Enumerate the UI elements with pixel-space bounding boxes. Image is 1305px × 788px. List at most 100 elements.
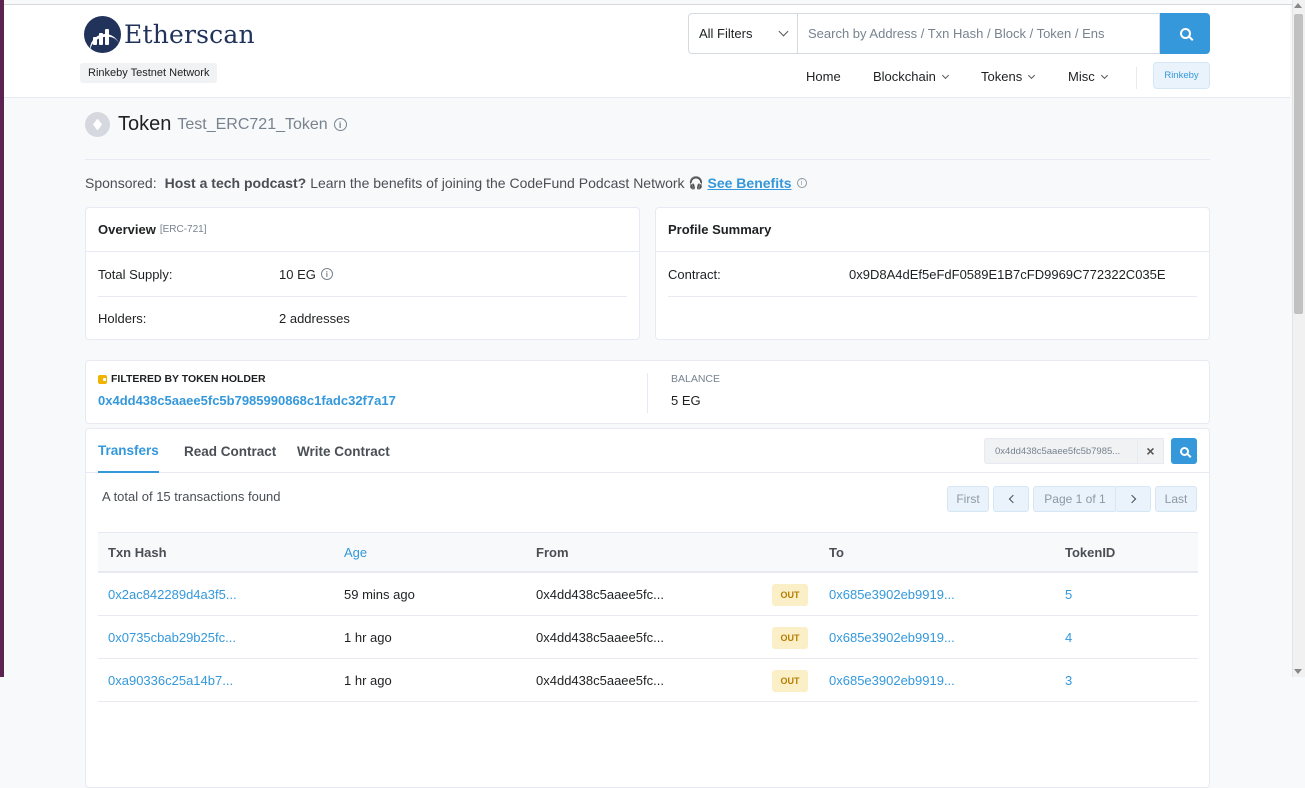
page-title: Token Test_ERC721_Token i bbox=[85, 112, 347, 137]
profile-summary-title: Profile Summary bbox=[668, 222, 772, 237]
previous-page-button[interactable] bbox=[993, 486, 1029, 512]
txn-age: 1 hr ago bbox=[344, 673, 392, 688]
logo-icon bbox=[84, 16, 121, 53]
token-name: Test_ERC721_Token bbox=[177, 115, 328, 133]
nav-misc-label: Misc bbox=[1068, 69, 1095, 84]
to-address-link[interactable]: 0x685e3902eb9919... bbox=[829, 616, 955, 659]
tab-write-contract[interactable]: Write Contract bbox=[297, 429, 390, 473]
holder-address-link[interactable]: 0x4dd438c5aaee5fc5b7985990868c1fadc32f7a… bbox=[98, 393, 396, 408]
info-icon[interactable]: i bbox=[320, 268, 333, 280]
chevron-down-icon bbox=[778, 26, 789, 37]
nav-blockchain-label: Blockchain bbox=[873, 69, 936, 84]
ethereum-icon bbox=[85, 112, 110, 137]
txn-age: 59 mins ago bbox=[344, 587, 415, 602]
scroll-down-icon[interactable] bbox=[1294, 669, 1302, 674]
balance-value: 5 EG bbox=[671, 393, 701, 408]
total-supply-value: 10 EG bbox=[279, 266, 316, 282]
scroll-up-icon[interactable] bbox=[1294, 3, 1302, 8]
overview-header: Overview [ERC-721] bbox=[86, 208, 639, 252]
token-holder-filter-card: FILTERED BY TOKEN HOLDER 0x4dd438c5aaee5… bbox=[85, 360, 1210, 424]
sponsored-headline: Host a tech podcast? bbox=[164, 175, 307, 191]
profile-summary-header: Profile Summary bbox=[656, 208, 1209, 252]
vertical-scrollbar[interactable] bbox=[1292, 0, 1305, 677]
filter-title-text: FILTERED BY TOKEN HOLDER bbox=[111, 373, 266, 385]
site-header: Etherscan Rinkeby Testnet Network All Fi… bbox=[4, 5, 1290, 98]
filter-select-label: All Filters bbox=[699, 26, 753, 41]
holders-row: Holders: 2 addresses bbox=[98, 296, 627, 340]
chevron-down-icon bbox=[1028, 71, 1036, 79]
network-switch-button[interactable]: Rinkeby bbox=[1153, 62, 1210, 89]
total-supply-row: Total Supply: 10 EG i bbox=[98, 252, 627, 296]
col-age[interactable]: Age bbox=[344, 533, 367, 572]
next-page-button[interactable] bbox=[1115, 486, 1151, 512]
see-benefits-link[interactable]: See Benefits bbox=[708, 175, 792, 191]
nav-misc[interactable]: Misc bbox=[1068, 69, 1108, 84]
to-address-link[interactable]: 0x685e3902eb9919... bbox=[829, 659, 955, 702]
profile-summary-card: Profile Summary Contract: 0x9D8A4dEf5eFd… bbox=[655, 207, 1210, 340]
info-icon[interactable]: i bbox=[333, 118, 347, 131]
contract-row: Contract: 0x9D8A4dEf5eFdF0589E1B7cFD9969… bbox=[668, 252, 1197, 296]
txn-age: 1 hr ago bbox=[344, 630, 392, 645]
chevron-down-icon bbox=[941, 71, 949, 79]
nav-home-label: Home bbox=[806, 69, 841, 84]
nav-tokens[interactable]: Tokens bbox=[981, 69, 1036, 84]
main-nav: Home Blockchain Tokens Misc Rinkeby bbox=[4, 62, 1290, 89]
first-page-button[interactable]: First bbox=[947, 486, 989, 512]
token-id-link[interactable]: 5 bbox=[1065, 573, 1072, 616]
token-label: Token bbox=[118, 113, 172, 135]
table-row: 0xa90336c25a14b7... 1 hr ago 0x4dd438c5a… bbox=[98, 659, 1198, 702]
page-indicator: Page 1 of 1 bbox=[1033, 486, 1117, 512]
balance-label: BALANCE bbox=[671, 373, 721, 385]
search-icon bbox=[1179, 28, 1191, 39]
transfer-filter-search: 0x4dd438c5aaee5fc5b7985... × bbox=[984, 438, 1164, 464]
search-box: All Filters bbox=[688, 13, 1210, 54]
token-id-link[interactable]: 3 bbox=[1065, 659, 1072, 702]
txn-hash-link[interactable]: 0x0735cbab29b25fc... bbox=[108, 616, 236, 659]
col-token-id: TokenID bbox=[1065, 545, 1116, 560]
filter-select[interactable]: All Filters bbox=[688, 13, 797, 54]
sponsored-prefix: Sponsored: bbox=[85, 175, 157, 191]
holders-value: 2 addresses bbox=[279, 310, 350, 326]
wallet-icon bbox=[98, 374, 107, 384]
transfers-card: Transfers Read Contract Write Contract 0… bbox=[85, 428, 1210, 788]
search-input[interactable] bbox=[797, 13, 1160, 54]
scroll-thumb[interactable] bbox=[1294, 14, 1303, 314]
last-page-button[interactable]: Last bbox=[1155, 486, 1197, 512]
token-id-link[interactable]: 4 bbox=[1065, 616, 1072, 659]
search-icon bbox=[1179, 446, 1189, 456]
transfer-search-button[interactable] bbox=[1171, 438, 1197, 464]
headphones-icon: 🎧 bbox=[688, 176, 704, 190]
divider bbox=[85, 159, 1210, 160]
transfer-filter-input[interactable]: 0x4dd438c5aaee5fc5b7985... bbox=[984, 438, 1138, 464]
direction-badge: OUT bbox=[772, 584, 808, 606]
chevron-down-icon bbox=[1100, 71, 1108, 79]
col-to: To bbox=[829, 545, 844, 560]
overview-card: Overview [ERC-721] Total Supply: 10 EG i… bbox=[85, 207, 640, 340]
nav-divider bbox=[1136, 67, 1137, 89]
sponsored-text: Learn the benefits of joining the CodeFu… bbox=[310, 175, 685, 191]
from-address: 0x4dd438c5aaee5fc... bbox=[536, 630, 664, 645]
clear-icon[interactable]: × bbox=[1138, 438, 1164, 464]
chevron-left-icon bbox=[1008, 494, 1017, 504]
nav-blockchain[interactable]: Blockchain bbox=[873, 69, 949, 84]
search-button[interactable] bbox=[1160, 13, 1210, 54]
transactions-count: A total of 15 transactions found bbox=[102, 489, 281, 504]
txn-hash-link[interactable]: 0x2ac842289d4a3f5... bbox=[108, 573, 237, 616]
to-address-link[interactable]: 0x685e3902eb9919... bbox=[829, 573, 955, 616]
txn-hash-link[interactable]: 0xa90336c25a14b7... bbox=[108, 659, 233, 702]
etherscan-logo[interactable]: Etherscan bbox=[84, 16, 255, 53]
window-edge bbox=[0, 0, 4, 677]
direction-badge: OUT bbox=[772, 670, 808, 692]
table-header: Txn Hash Age From To TokenID bbox=[98, 532, 1198, 573]
from-address: 0x4dd438c5aaee5fc... bbox=[536, 673, 664, 688]
total-supply-label: Total Supply: bbox=[98, 266, 173, 282]
table-row: 0x0735cbab29b25fc... 1 hr ago 0x4dd438c5… bbox=[98, 616, 1198, 659]
tab-transfers[interactable]: Transfers bbox=[98, 429, 159, 473]
tab-read-contract[interactable]: Read Contract bbox=[184, 429, 276, 473]
nav-home[interactable]: Home bbox=[806, 69, 841, 84]
divider bbox=[668, 296, 1197, 297]
holders-label: Holders: bbox=[98, 310, 147, 326]
info-icon[interactable]: i bbox=[796, 178, 807, 188]
contract-address-link[interactable]: 0x9D8A4dEf5eFdF0589E1B7cFD9969C772322C03… bbox=[849, 267, 1166, 282]
logo-text: Etherscan bbox=[124, 20, 255, 49]
